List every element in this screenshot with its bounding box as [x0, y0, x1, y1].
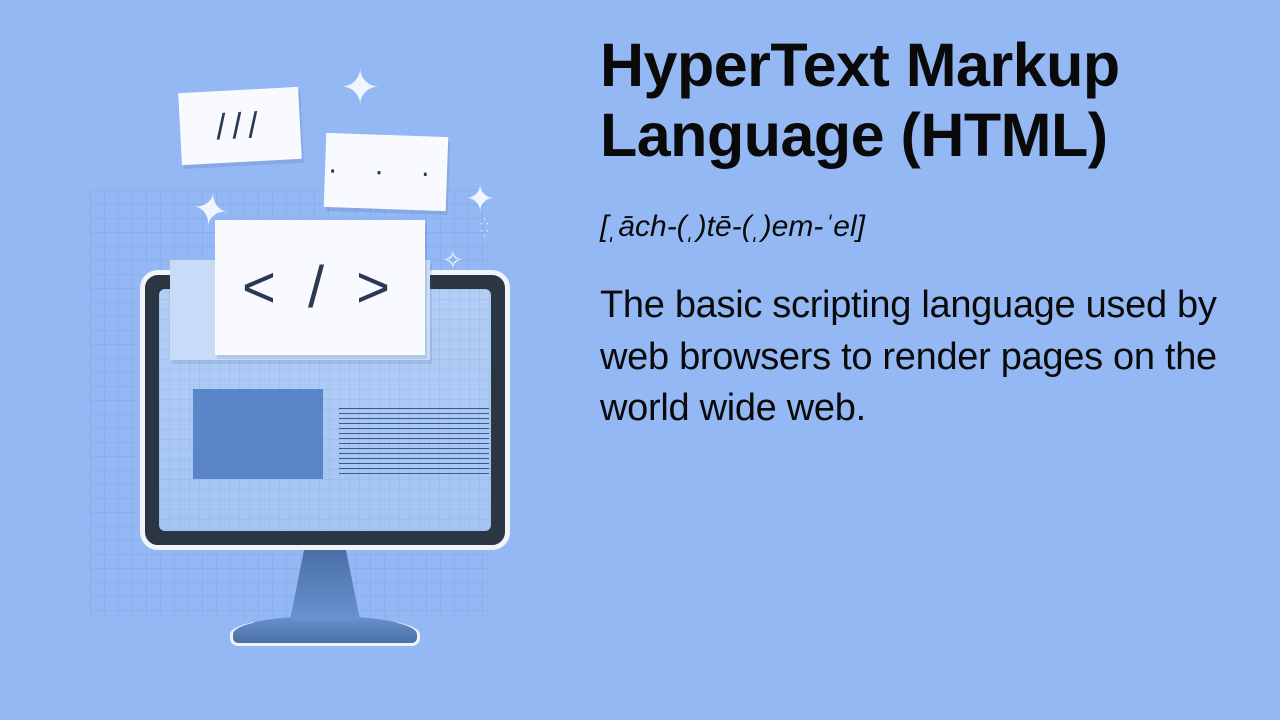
definition-body: The basic scripting language used by web… [600, 280, 1240, 434]
code-card-slash: /// [178, 87, 302, 165]
dots-decoration: ∴ ∵ [480, 215, 510, 239]
code-card-tag: < / > [215, 220, 425, 355]
code-card-dots: · · · [324, 133, 449, 211]
sparkle-icon: ✦ [340, 60, 380, 116]
illustration-panel: ✦ ✦ ✦ ✧ ∴ ∵ /// · · · < / > [0, 0, 580, 720]
html-illustration: ✦ ✦ ✦ ✧ ∴ ∵ /// · · · < / > [50, 40, 530, 680]
pronunciation-text: [ˌāch-(ˌ)tē-(ˌ)em-ˈel] [600, 210, 1240, 244]
content-panel: HyperText Markup Language (HTML) [ˌāch-(… [580, 0, 1280, 720]
definition-title: HyperText Markup Language (HTML) [600, 30, 1240, 170]
